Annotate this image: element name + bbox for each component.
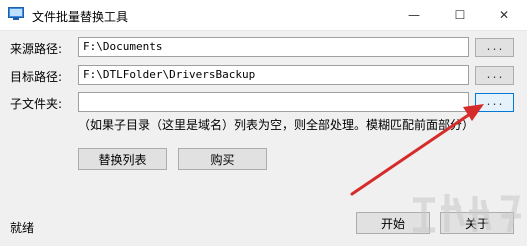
- watermark-logo: [413, 194, 521, 233]
- close-button[interactable]: ✕: [481, 0, 527, 30]
- target-browse-button[interactable]: ...: [475, 66, 514, 85]
- target-path-label: 目标路径:: [10, 70, 63, 84]
- target-path-input[interactable]: F:\DTLFolder\DriversBackup: [78, 65, 469, 85]
- source-path-label: 来源路径:: [10, 42, 63, 56]
- subfolder-hint: （如果子目录（这里是域名）列表为空，则全部处理。模糊匹配前面部分）: [78, 118, 475, 132]
- subfolder-input[interactable]: [78, 92, 469, 112]
- title-bar: 文件批量替换工具 — ☐ ✕: [0, 0, 527, 31]
- source-path-input[interactable]: F:\Documents: [78, 37, 469, 57]
- buy-button[interactable]: 购买: [178, 148, 267, 170]
- replace-list-button[interactable]: 替换列表: [78, 148, 167, 170]
- app-window-icon: [8, 7, 24, 20]
- maximize-icon: ☐: [454, 8, 466, 22]
- subfolder-label: 子文件夹:: [10, 97, 63, 111]
- window-title: 文件批量替换工具: [32, 10, 129, 24]
- subfolder-browse-button[interactable]: ...: [475, 93, 514, 112]
- minimize-button[interactable]: —: [391, 0, 437, 30]
- maximize-button[interactable]: ☐: [437, 0, 483, 30]
- minimize-icon: —: [408, 8, 420, 22]
- source-browse-button[interactable]: ...: [475, 38, 514, 57]
- close-icon: ✕: [498, 8, 510, 22]
- status-text: 就绪: [10, 221, 35, 235]
